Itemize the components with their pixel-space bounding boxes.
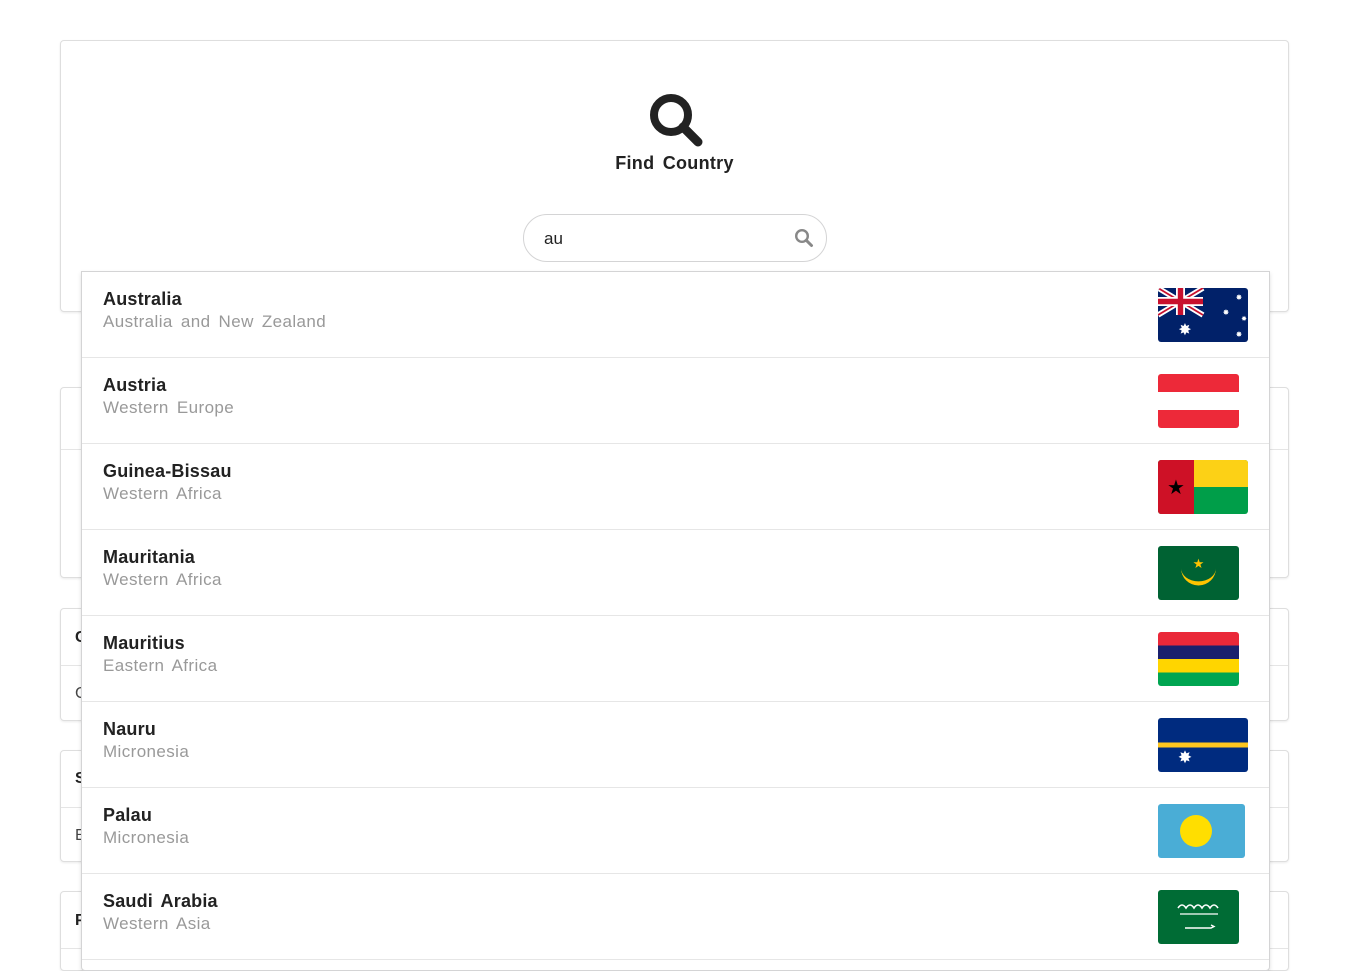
country-region: Western Asia xyxy=(103,914,211,933)
svg-text:✸: ✸ xyxy=(1236,293,1243,302)
country-region: Western Africa xyxy=(103,570,222,589)
svg-text:✸: ✸ xyxy=(1178,748,1192,768)
country-name: Palau xyxy=(103,805,153,825)
svg-text:✸: ✸ xyxy=(1223,308,1230,317)
svg-text:✸: ✸ xyxy=(1236,330,1243,339)
page-title: Find Country xyxy=(615,153,734,173)
country-name: Mauritania xyxy=(103,547,196,567)
country-region: Micronesia xyxy=(103,742,190,761)
country-name: Mauritius xyxy=(103,633,185,653)
country-region: Australia and New Zealand xyxy=(103,312,327,331)
country-region: Western Europe xyxy=(103,398,235,417)
country-name: Austria xyxy=(103,375,167,395)
mauritius-flag xyxy=(1158,632,1239,686)
search-input[interactable] xyxy=(542,215,786,263)
svg-text:✸: ✸ xyxy=(1241,315,1247,323)
result-item[interactable]: Mauritius Eastern Africa xyxy=(82,616,1269,702)
mauritania-flag: ★ xyxy=(1158,546,1239,600)
search-icon xyxy=(647,91,705,149)
search-results: Australia Australia and New Zealand ✸ ✸ … xyxy=(81,271,1270,971)
result-item[interactable]: Nauru Micronesia ✸ xyxy=(82,702,1269,788)
search-field[interactable] xyxy=(523,214,827,263)
nauru-flag: ✸ xyxy=(1158,718,1248,772)
country-region: Eastern Africa xyxy=(103,656,218,675)
country-name: Guinea-Bissau xyxy=(103,461,232,481)
result-item[interactable]: Palau Micronesia xyxy=(82,788,1269,874)
result-item[interactable]: Saudi Arabia Western Asia xyxy=(82,874,1269,960)
palau-flag xyxy=(1158,804,1245,858)
guinea-bissau-flag: ★ xyxy=(1158,460,1248,514)
country-region: Micronesia xyxy=(103,828,190,847)
result-item[interactable]: Austria Western Europe xyxy=(82,358,1269,444)
svg-text:★: ★ xyxy=(1167,475,1185,499)
result-item[interactable]: Guinea-Bissau Western Africa ★ xyxy=(82,444,1269,530)
search-icon[interactable] xyxy=(794,228,814,248)
result-item[interactable]: Australia Australia and New Zealand ✸ ✸ … xyxy=(82,272,1269,358)
country-region: Western Africa xyxy=(103,484,222,503)
country-name: Saudi Arabia xyxy=(103,891,218,911)
svg-text:★: ★ xyxy=(1193,557,1205,572)
australia-flag: ✸ ✸ ✸ ✸ ✸ xyxy=(1158,288,1248,342)
saudi-arabia-flag xyxy=(1158,890,1239,944)
svg-text:✸: ✸ xyxy=(1178,320,1191,339)
country-name: Nauru xyxy=(103,719,157,739)
result-item[interactable]: Mauritania Western Africa ★ xyxy=(82,530,1269,616)
country-name: Australia xyxy=(103,289,182,309)
austria-flag xyxy=(1158,374,1239,428)
